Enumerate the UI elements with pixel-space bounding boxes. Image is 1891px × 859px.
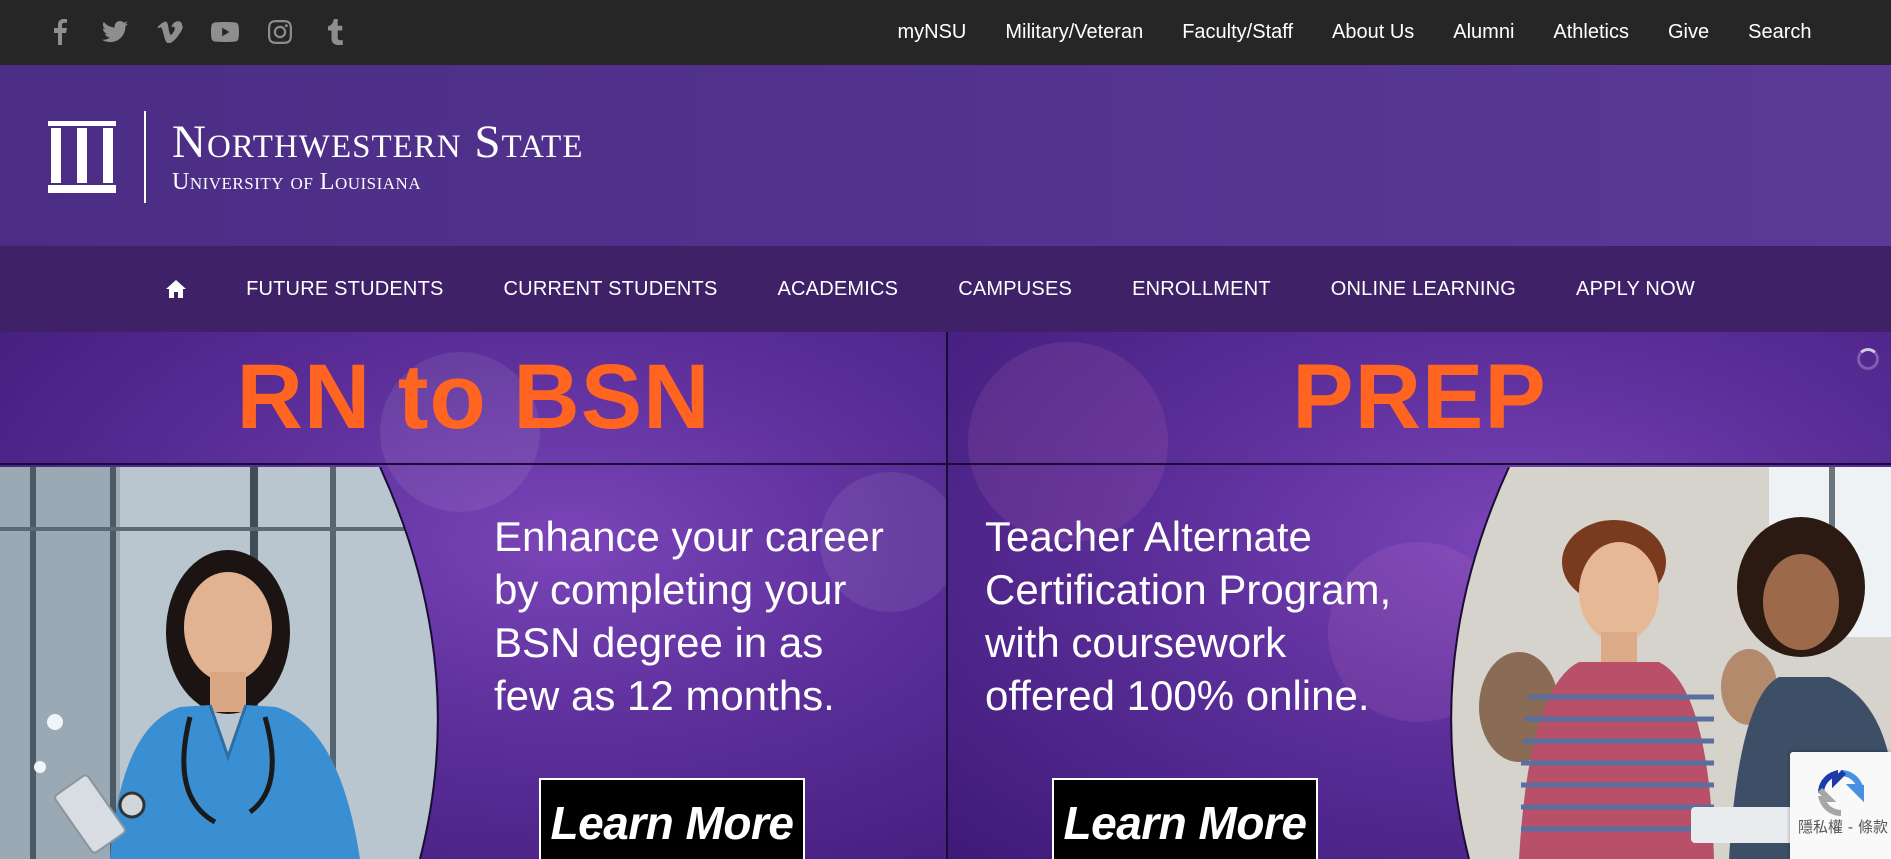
copy-line: BSN degree in as [494,619,824,666]
copy-line: Certification Program, [985,566,1392,613]
facebook-icon[interactable] [44,17,76,47]
learn-more-button-rn-bsn[interactable]: Learn More [539,778,805,859]
logo-line-2: University of Louisiana [172,169,422,195]
utility-nav: myNSU Military/Veteran Faculty/Staff Abo… [878,0,1831,65]
banner-headline: RN to BSN [0,332,947,465]
banner-copy: Enhance your career by completing your B… [494,510,934,722]
nav-item-apply-now[interactable]: APPLY NOW [1546,278,1725,301]
tumblr-icon[interactable] [319,17,351,47]
site-header: Northwestern State University of Louisia… [0,65,1891,246]
copy-line: Enhance your career [494,513,884,560]
banner-copy: Teacher Alternate Certification Program,… [985,510,1435,722]
utility-link-about-us[interactable]: About Us [1313,21,1434,44]
youtube-icon[interactable] [209,17,241,47]
rn-to-bsn-banner[interactable]: RN to BSN Enhance your career by complet… [0,332,947,859]
utility-link-give[interactable]: Give [1649,21,1729,44]
recaptcha-text[interactable]: 隱私權 - 條款 [1798,816,1888,837]
social-links [44,17,351,47]
nav-item-academics[interactable]: ACADEMICS [747,278,928,301]
recaptcha-icon [1818,770,1864,816]
utility-link-search[interactable]: Search [1729,21,1831,44]
copy-line: with coursework [985,619,1287,666]
copy-line: few as 12 months. [494,672,835,719]
copy-line: Teacher Alternate [985,513,1312,560]
headline-text: PREP [1292,346,1547,448]
copy-line: offered 100% online. [985,672,1370,719]
utility-link-military-veteran[interactable]: Military/Veteran [986,21,1163,44]
top-utility-bar: myNSU Military/Veteran Faculty/Staff Abo… [0,0,1891,65]
nav-item-future-students[interactable]: FUTURE STUDENTS [216,278,473,301]
learn-more-button-prep[interactable]: Learn More [1052,778,1318,859]
nav-item-enrollment[interactable]: ENROLLMENT [1102,278,1301,301]
utility-link-mynsu[interactable]: myNSU [878,21,986,44]
home-icon[interactable] [166,280,216,298]
logo-wordmark: Northwestern State University of Louisia… [172,118,584,196]
nav-item-current-students[interactable]: CURRENT STUDENTS [474,278,748,301]
nav-item-campuses[interactable]: CAMPUSES [928,278,1102,301]
logo-divider [144,111,146,203]
nav-item-online-learning[interactable]: ONLINE LEARNING [1301,278,1546,301]
university-logo[interactable]: Northwestern State University of Louisia… [46,111,584,203]
utility-link-alumni[interactable]: Alumni [1434,21,1534,44]
instagram-icon[interactable] [264,17,296,47]
vimeo-icon[interactable] [154,17,186,47]
twitter-icon[interactable] [99,17,131,47]
headline-text: RN to BSN [236,346,711,448]
prep-banner[interactable]: PREP Teacher Alternate Certification Pro… [948,332,1891,859]
main-nav: FUTURE STUDENTS CURRENT STUDENTS ACADEMI… [0,246,1891,332]
columns-logo-icon [48,121,116,193]
recaptcha-badge[interactable]: 隱私權 - 條款 [1790,752,1891,859]
utility-link-athletics[interactable]: Athletics [1534,21,1649,44]
nurse-photo [0,467,439,859]
banner-headline: PREP [948,332,1891,465]
logo-line-1: Northwestern State [172,116,584,168]
copy-line: by completing your [494,566,847,613]
utility-link-faculty-staff[interactable]: Faculty/Staff [1163,21,1313,44]
loading-spinner-icon [1857,348,1879,370]
